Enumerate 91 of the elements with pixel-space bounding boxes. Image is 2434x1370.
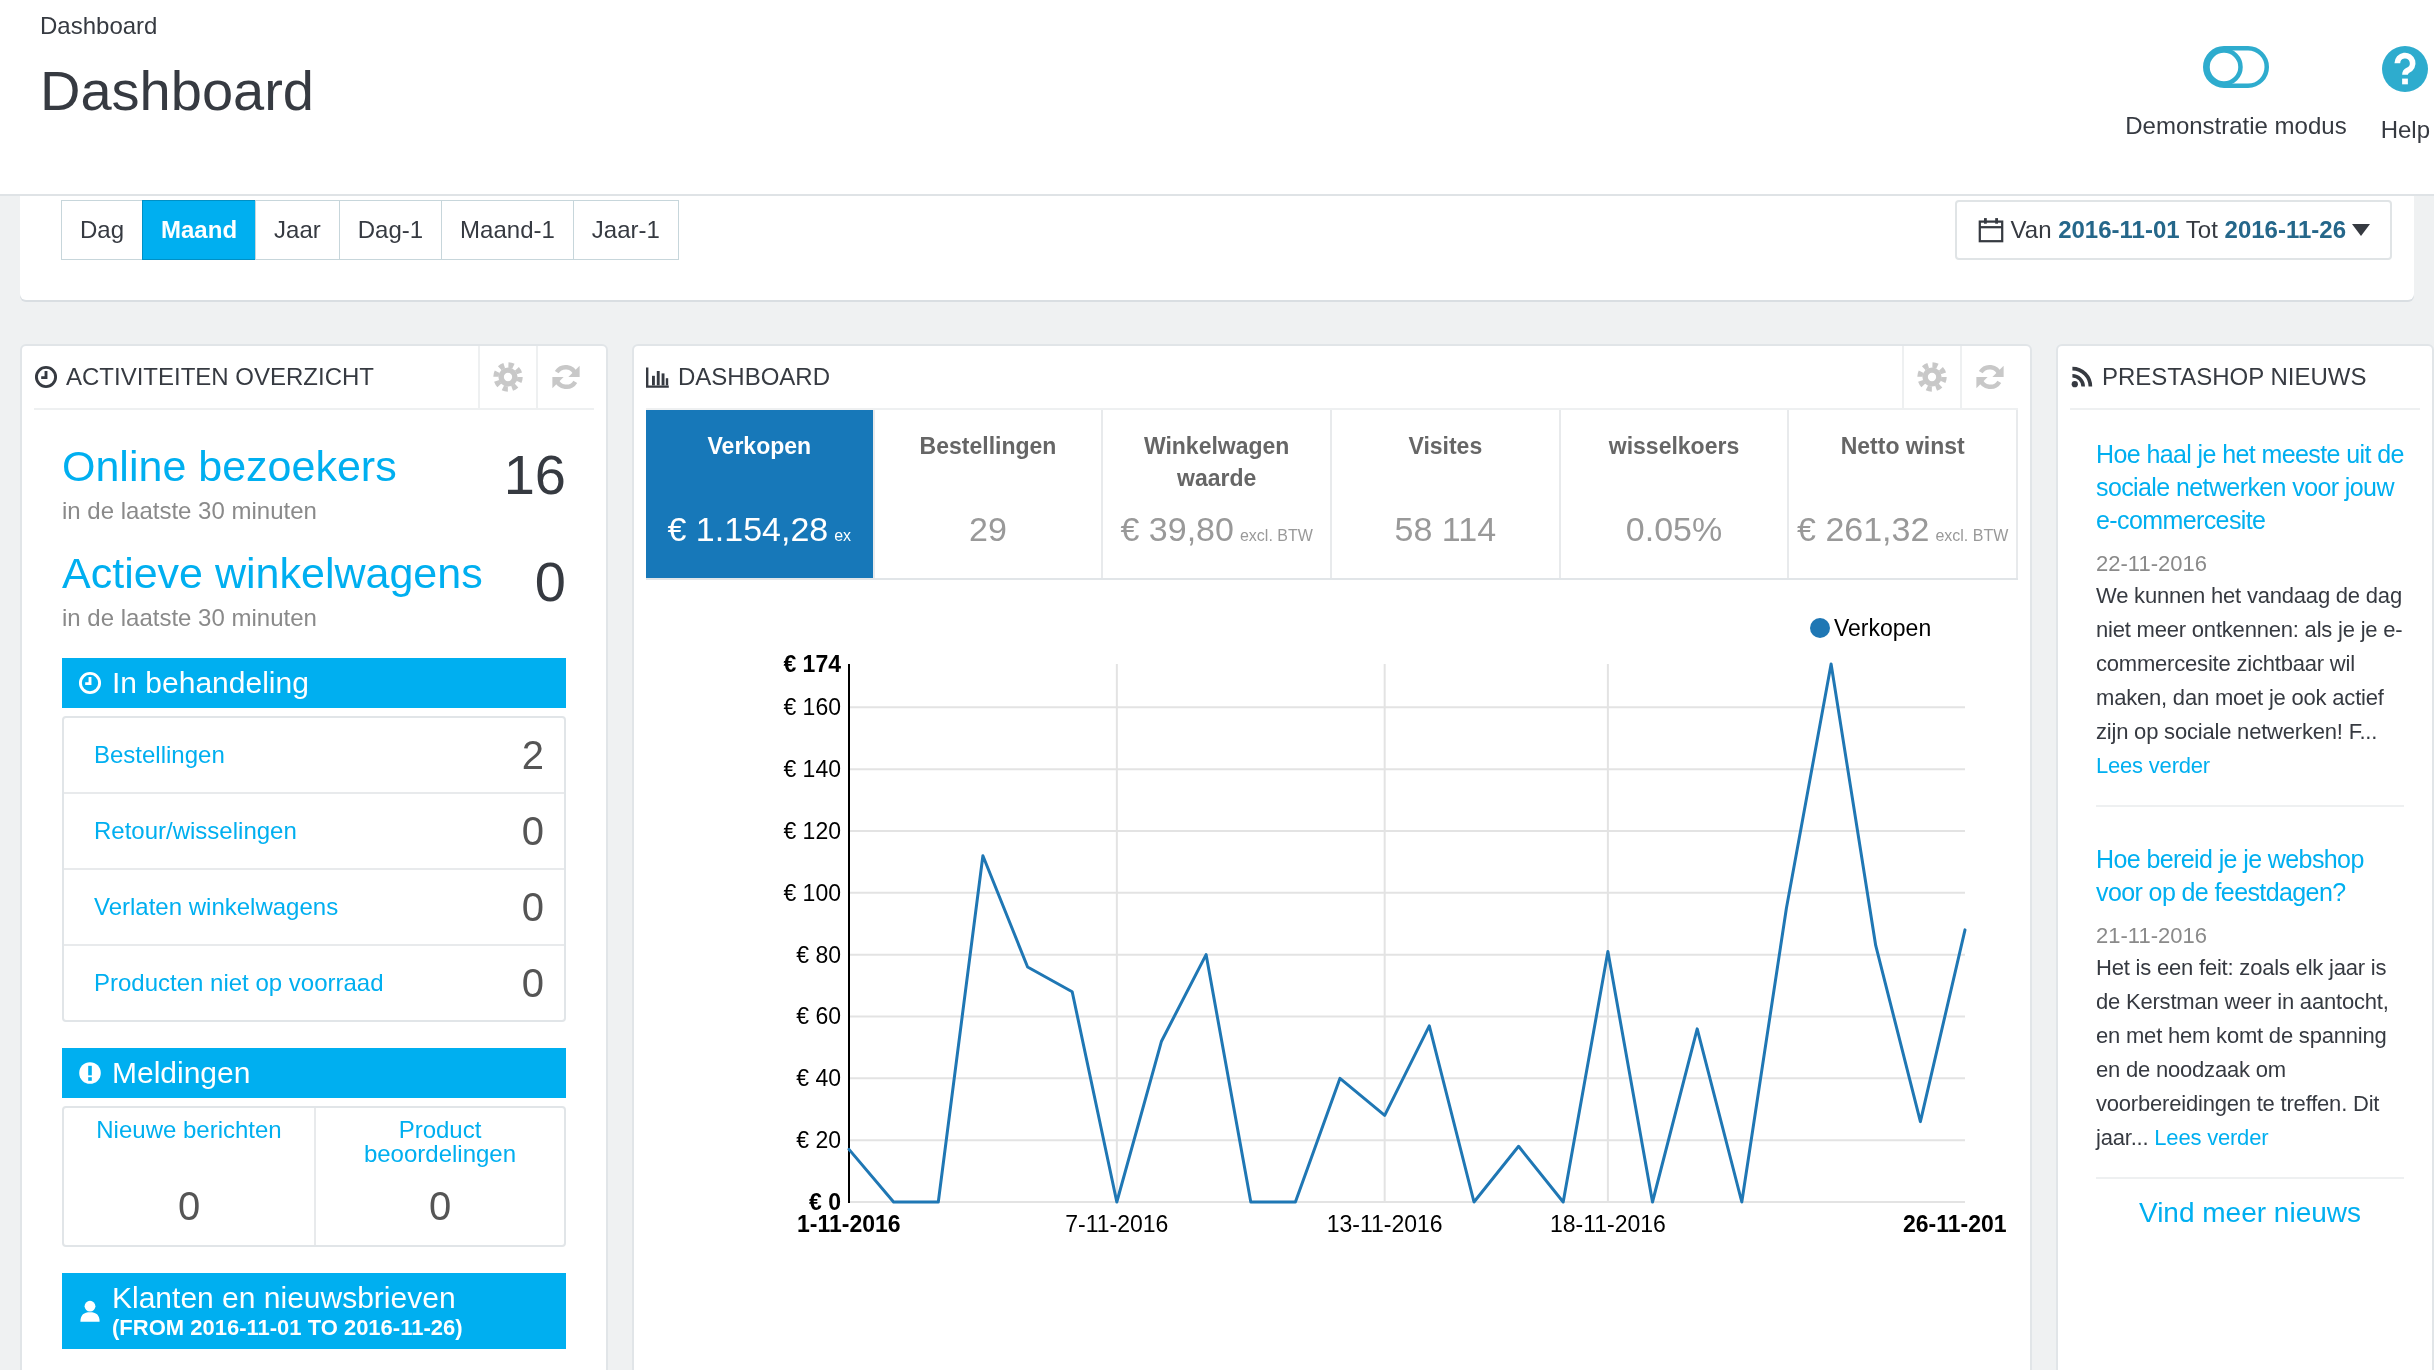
row-count: 2 [521, 732, 544, 778]
kpi-tab[interactable]: wisselkoers 0.05% [1560, 410, 1790, 578]
caret-icon [2352, 224, 2370, 236]
metric-link[interactable]: Actieve winkelwagens [62, 549, 483, 597]
kpi-value: € 39,80 [1120, 510, 1234, 549]
breadcrumb[interactable]: Dashboard [40, 12, 314, 40]
news-date: 21-11-2016 [2096, 923, 2208, 949]
kpi-value: € 1.154,28 [667, 510, 829, 549]
read-more-link[interactable]: Lees verder [2096, 753, 2210, 778]
kpi-label: Verkopen [707, 432, 812, 461]
period-tab[interactable]: Dag [61, 200, 144, 260]
axis-label: € 20 [796, 1127, 841, 1154]
metric-note: in de laatste 30 minuten [62, 604, 318, 632]
kpi-value: 0.05% [1625, 510, 1723, 549]
clock-icon [78, 671, 102, 695]
axis-label: € 120 [783, 817, 841, 844]
period-tab[interactable]: Maand-1 [441, 200, 574, 260]
row-count: 0 [177, 1184, 201, 1229]
panel-title: DASHBOARD [678, 363, 831, 391]
period-tab[interactable]: Jaar [255, 200, 340, 260]
axis-label: € 174 [783, 651, 841, 677]
bar-chart-icon [646, 365, 670, 389]
kpi-unit: ex [834, 527, 852, 545]
metric-link[interactable]: Online bezoekers [62, 442, 397, 490]
rss-icon [2070, 365, 2094, 389]
section-title: Klanten en nieuwsbrieven [112, 1281, 457, 1315]
kpi-label: Visites [1408, 432, 1483, 461]
axis-label: € 140 [783, 756, 841, 783]
panel-title: ACTIVITEITEN OVERZICHT [66, 363, 374, 391]
row-count: 0 [428, 1184, 452, 1229]
settings-icon [1916, 361, 1948, 393]
row-link[interactable]: Producten niet op voorraad [94, 969, 384, 997]
axis-label: 26-11-201 [1903, 1211, 2007, 1237]
help-button[interactable]: Help [2380, 46, 2430, 194]
calendar-icon [1976, 216, 2005, 244]
row-link[interactable]: Bestellingen [94, 741, 225, 769]
kpi-label: Winkelwagen waarde [1142, 432, 1291, 493]
kpi-tab[interactable]: Bestellingen 29 [874, 410, 1104, 578]
demo-mode-switch[interactable]: Demonstratie modus [2125, 46, 2347, 194]
clock-icon [34, 365, 58, 389]
kpi-value: € 261,32 [1797, 510, 1930, 549]
kpi-tab[interactable]: Visites 58 114 [1332, 410, 1561, 578]
panel-title: PRESTASHOP NIEUWS [2102, 363, 2367, 391]
row-link[interactable]: Nieuwe berichten [96, 1118, 282, 1170]
date-range-picker[interactable]: Van 2016-11-01 Tot 2016-11-26 [1954, 200, 2392, 260]
kpi-unit: excl. BTW [1935, 527, 2009, 545]
kpi-label: wisselkoers [1608, 432, 1740, 461]
metric-value: 0 [534, 549, 566, 614]
kpi-label: Netto winst [1840, 432, 1965, 461]
row-count: 0 [521, 884, 544, 930]
axis-label: 18-11-2016 [1549, 1211, 1666, 1237]
section-title: Meldingen [112, 1056, 251, 1090]
row-count: 0 [521, 960, 544, 1006]
kpi-tab[interactable]: Netto winst € 261,32 excl. BTW [1789, 410, 2018, 578]
period-tab[interactable]: Maand [142, 200, 257, 260]
axis-label: € 160 [783, 694, 841, 721]
axis-label: € 100 [783, 879, 841, 906]
news-title-link[interactable]: Hoe haal je het meeste uit de sociale netwerken voor jouw e-commercesite [2096, 438, 2404, 537]
axis-label: 7-11-2016 [1065, 1211, 1169, 1237]
read-more-link[interactable]: Lees verder [2154, 1125, 2269, 1150]
metric-value: 16 [503, 442, 566, 507]
kpi-label: Bestellingen [919, 432, 1057, 461]
row-link[interactable]: Verlaten winkelwagens [94, 893, 339, 921]
page-title: Dashboard [40, 58, 314, 123]
settings-icon [492, 361, 524, 393]
user-icon [78, 1299, 102, 1323]
legend-label: Verkopen [1834, 615, 1932, 641]
axis-label: € 60 [796, 1003, 841, 1030]
kpi-value: 58 114 [1394, 510, 1497, 549]
section-title: In behandeling [112, 666, 309, 700]
axis-label: € 80 [796, 941, 841, 968]
alert-icon [78, 1061, 102, 1085]
row-count: 0 [521, 808, 544, 854]
more-news-link[interactable]: Vind meer nieuws [2096, 1197, 2404, 1229]
news-date: 22-11-2016 [2096, 551, 2208, 577]
kpi-value: 29 [969, 510, 1007, 549]
kpi-unit: excl. BTW [1239, 527, 1313, 545]
help-icon [2382, 46, 2429, 92]
period-tab[interactable]: Jaar-1 [572, 200, 679, 260]
news-title-link[interactable]: Hoe bereid je je webshop voor op de feestdagen? [2096, 843, 2404, 909]
metric-note: in de laatste 30 minuten [62, 497, 318, 525]
news-excerpt: We kunnen het vandaag de dag niet meer ontkennen: als je je e-commercesite zichtbaar wil maken, dan moet je ook actief zijn op sociale netwerken! F... Lees verder [2096, 582, 2404, 780]
kpi-tab[interactable]: Winkelwagen waarde € 39,80 excl. BTW [1103, 410, 1332, 578]
news-excerpt: Het is een feit: zoals elk jaar is de Kerstman weer in aantocht, en met hem komt de spanning en de noodzaak om voorbereidingen te treffen. Dit jaar... Lees verder [2096, 954, 2390, 1152]
row-link[interactable]: Product beoordelingen [336, 1118, 544, 1170]
row-link[interactable]: Retour/wisselingen [94, 817, 297, 845]
axis-label: 13-11-2016 [1326, 1211, 1443, 1237]
period-tab[interactable]: Dag-1 [338, 200, 443, 260]
section-subtitle: (FROM 2016-11-01 TO 2016-11-26) [112, 1315, 463, 1341]
kpi-tab[interactable]: Verkopen € 1.154,28 ex [646, 410, 875, 578]
axis-label: € 40 [796, 1065, 841, 1092]
